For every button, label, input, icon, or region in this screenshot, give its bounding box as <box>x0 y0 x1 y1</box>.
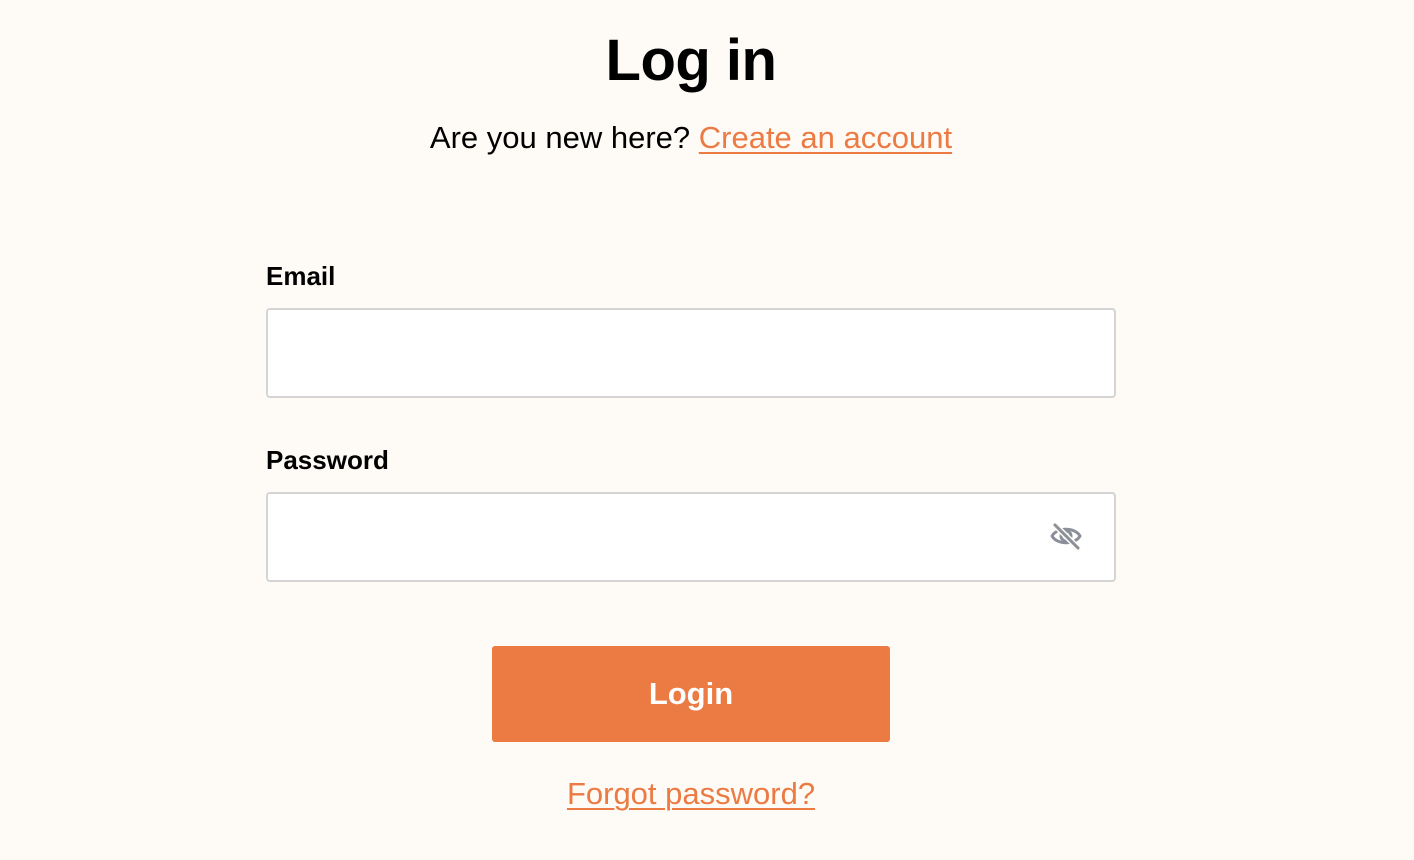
new-here-text: Are you new here? <box>429 120 691 155</box>
forgot-password-container: Forgot password? <box>0 774 1382 814</box>
create-account-link[interactable]: Create an account <box>699 120 952 155</box>
login-page: Log in Are you new here? Create an accou… <box>0 0 1414 860</box>
email-label: Email <box>266 261 336 291</box>
signup-prompt: Are you new here? Create an account <box>0 118 1382 158</box>
eye-slash-icon <box>1049 521 1083 551</box>
password-label: Password <box>266 445 389 475</box>
email-field[interactable] <box>266 308 1116 398</box>
login-button[interactable]: Login <box>492 646 890 742</box>
page-title: Log in <box>605 28 777 93</box>
forgot-password-link[interactable]: Forgot password? <box>567 776 815 811</box>
password-field[interactable] <box>266 492 1116 582</box>
password-visibility-toggle[interactable] <box>1044 516 1088 556</box>
